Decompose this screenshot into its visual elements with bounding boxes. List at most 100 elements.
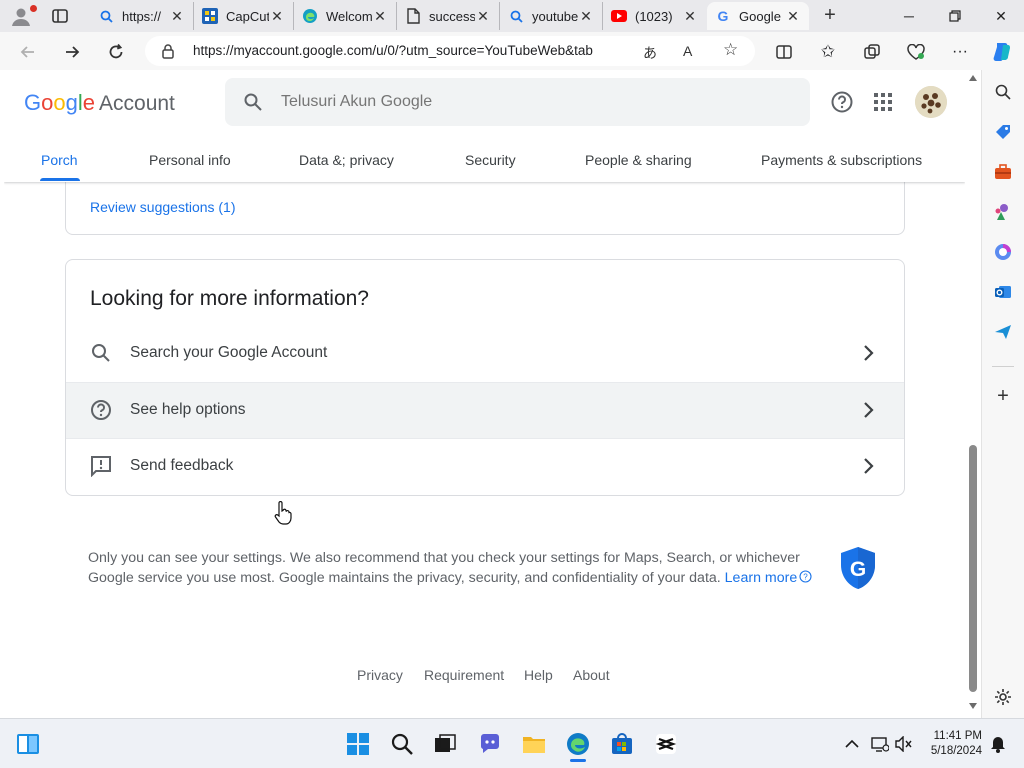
shopping-tag-icon[interactable] — [993, 122, 1013, 142]
url-text[interactable]: https://myaccount.google.com/u/0/?utm_so… — [193, 43, 633, 58]
footer-help-link[interactable]: Help — [524, 667, 553, 683]
restore-button[interactable] — [932, 0, 978, 32]
refresh-button[interactable] — [104, 40, 128, 64]
close-tab-icon[interactable]: ✕ — [475, 8, 491, 25]
chevron-right-icon — [864, 402, 874, 418]
scroll-down-arrow-icon[interactable] — [968, 702, 978, 710]
scrollbar-thumb[interactable] — [969, 445, 977, 692]
sidebar-settings-icon[interactable] — [993, 687, 1013, 707]
document-icon — [405, 8, 421, 24]
account-search-box[interactable] — [225, 78, 810, 126]
browser-tab-active[interactable]: G Google ✕ — [707, 2, 809, 30]
tab-porch[interactable]: Porch — [41, 152, 78, 168]
windows-taskbar: 11:41 PM 5/18/2024 — [0, 718, 1024, 768]
row-label: See help options — [130, 401, 246, 418]
volume-muted-icon[interactable] — [892, 732, 916, 756]
close-tab-icon[interactable]: ✕ — [578, 8, 594, 25]
capcut-app-icon[interactable] — [654, 732, 678, 756]
microsoft-365-icon[interactable] — [993, 242, 1013, 262]
footer-privacy-link[interactable]: Privacy — [357, 667, 403, 683]
split-screen-icon[interactable] — [772, 40, 796, 64]
new-tab-button[interactable]: + — [818, 4, 842, 28]
footer-requirement-link[interactable]: Requirement — [424, 667, 504, 683]
review-suggestions-link[interactable]: Review suggestions (1) — [90, 199, 236, 215]
tab-title: CapCut — [226, 8, 269, 24]
google-logo-text: Google — [24, 90, 96, 115]
learn-more-link[interactable]: Learn more? — [725, 570, 813, 586]
tab-personal-info[interactable]: Personal info — [149, 152, 231, 168]
browser-tab[interactable]: Welcome ✕ — [294, 2, 397, 30]
copilot-icon[interactable] — [990, 40, 1014, 64]
close-tab-icon[interactable]: ✕ — [682, 8, 698, 25]
search-icon[interactable] — [390, 732, 414, 756]
browser-tab[interactable]: success ✕ — [397, 2, 500, 30]
notification-bell-icon[interactable] — [986, 732, 1010, 756]
more-info-card: Looking for more information? Search you… — [65, 259, 905, 496]
lock-icon[interactable] — [161, 43, 175, 59]
edge-browser-icon[interactable] — [566, 732, 590, 762]
translate-icon[interactable]: あ — [643, 43, 657, 63]
tools-icon[interactable] — [993, 162, 1013, 182]
collections-icon[interactable] — [860, 40, 884, 64]
page-scrollbar[interactable] — [965, 70, 981, 718]
favorite-star-icon[interactable]: ☆ — [723, 40, 738, 60]
send-feedback-row[interactable]: Send feedback — [66, 438, 904, 494]
clock-date: 5/18/2024 — [930, 745, 982, 757]
games-icon[interactable] — [993, 202, 1013, 222]
svg-text:G: G — [850, 558, 866, 581]
widgets-icon[interactable] — [16, 732, 40, 756]
clock-time: 11:41 PM — [933, 730, 982, 742]
search-account-row[interactable]: Search your Google Account — [66, 326, 904, 382]
google-apps-icon[interactable] — [873, 92, 893, 112]
help-options-row[interactable]: See help options — [66, 382, 904, 438]
close-tab-icon[interactable]: ✕ — [269, 8, 285, 25]
system-clock[interactable]: 11:41 PM 5/18/2024 — [920, 729, 982, 759]
profile-icon[interactable] — [10, 5, 32, 27]
minimize-button[interactable]: ─ — [886, 0, 932, 32]
browser-essentials-icon[interactable] — [904, 40, 928, 64]
task-view-icon[interactable] — [433, 732, 457, 756]
browser-tab[interactable]: youtube ✕ — [500, 2, 603, 30]
privacy-notice: Only you can see your settings. We also … — [88, 548, 828, 588]
tab-actions-icon[interactable] — [50, 6, 70, 26]
google-icon: G — [717, 8, 729, 24]
tab-payments-subscriptions[interactable]: Payments & subscriptions — [761, 152, 922, 168]
search-icon[interactable] — [243, 92, 263, 112]
google-account-logo[interactable]: Google Account — [24, 90, 175, 116]
chat-icon[interactable] — [478, 732, 502, 756]
tab-security[interactable]: Security — [465, 152, 516, 168]
network-icon[interactable] — [868, 732, 892, 756]
read-aloud-icon[interactable]: A — [683, 43, 692, 59]
more-options-icon[interactable]: ··· — [948, 40, 972, 64]
address-toolbar: https://myaccount.google.com/u/0/?utm_so… — [0, 32, 1024, 70]
tab-data-privacy[interactable]: Data &; privacy — [299, 152, 394, 168]
outlook-icon[interactable] — [993, 282, 1013, 302]
footer-about-link[interactable]: About — [573, 667, 610, 683]
close-tab-icon[interactable]: ✕ — [169, 8, 185, 25]
tab-people-sharing[interactable]: People & sharing — [585, 152, 692, 168]
tab-title: youtube — [532, 8, 578, 24]
send-drop-icon[interactable] — [993, 322, 1013, 342]
browser-tab[interactable]: https:// ✕ — [90, 2, 194, 30]
avatar[interactable] — [915, 86, 947, 118]
browser-tab[interactable]: CapCut ✕ — [194, 2, 294, 30]
address-bar[interactable]: https://myaccount.google.com/u/0/?utm_so… — [145, 36, 755, 66]
account-search-input[interactable] — [281, 90, 781, 114]
chevron-up-icon[interactable] — [840, 732, 864, 756]
microsoft-store-icon[interactable] — [610, 732, 634, 756]
capcut-icon — [202, 8, 218, 24]
close-tab-icon[interactable]: ✕ — [785, 8, 801, 25]
help-icon[interactable] — [830, 90, 854, 114]
file-explorer-icon[interactable] — [522, 732, 546, 756]
card-title: Looking for more information? — [90, 287, 369, 310]
browser-tab[interactable]: (1023) ✕ — [603, 2, 706, 30]
scroll-up-arrow-icon[interactable] — [968, 74, 978, 82]
start-icon[interactable] — [346, 732, 370, 756]
close-tab-icon[interactable]: ✕ — [372, 8, 388, 25]
forward-button[interactable] — [60, 40, 84, 64]
search-icon[interactable] — [993, 82, 1013, 102]
add-sidebar-app-icon[interactable]: + — [993, 385, 1013, 407]
back-button[interactable] — [16, 40, 40, 64]
close-window-button[interactable]: ✕ — [978, 0, 1024, 32]
favorites-icon[interactable]: ✩ — [816, 40, 840, 64]
